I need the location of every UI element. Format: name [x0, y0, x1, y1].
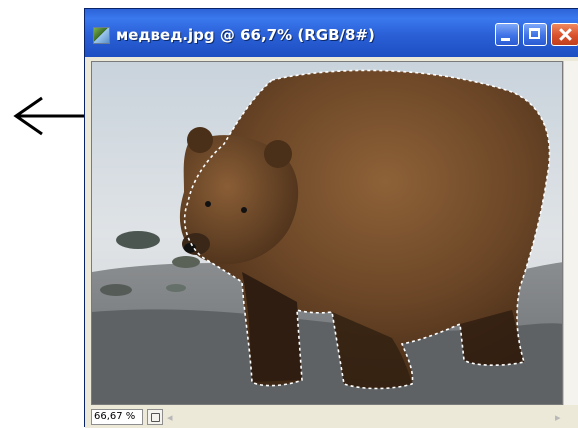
zoom-field[interactable]: 66,67 % [91, 409, 143, 425]
status-menu-icon[interactable] [147, 409, 163, 425]
close-button[interactable] [551, 23, 578, 46]
scroll-right-icon[interactable]: ▸ [555, 411, 567, 424]
photoshop-document-window: медвед.jpg @ 66,7% (RGB/8#) 66,67 % ◂ ▸ [84, 8, 578, 428]
document-icon [93, 27, 110, 44]
maximize-button[interactable] [523, 23, 547, 46]
image-canvas[interactable] [91, 61, 563, 405]
window-title: медвед.jpg @ 66,7% (RGB/8#) [116, 26, 375, 44]
minimize-button[interactable] [495, 23, 519, 46]
title-bar[interactable]: медвед.jpg @ 66,7% (RGB/8#) [85, 9, 578, 57]
scroll-left-icon[interactable]: ◂ [167, 411, 179, 424]
vertical-scrollbar[interactable] [563, 61, 578, 405]
status-bar: 66,67 % ◂ ▸ [85, 407, 578, 428]
bear-photo [92, 62, 562, 404]
